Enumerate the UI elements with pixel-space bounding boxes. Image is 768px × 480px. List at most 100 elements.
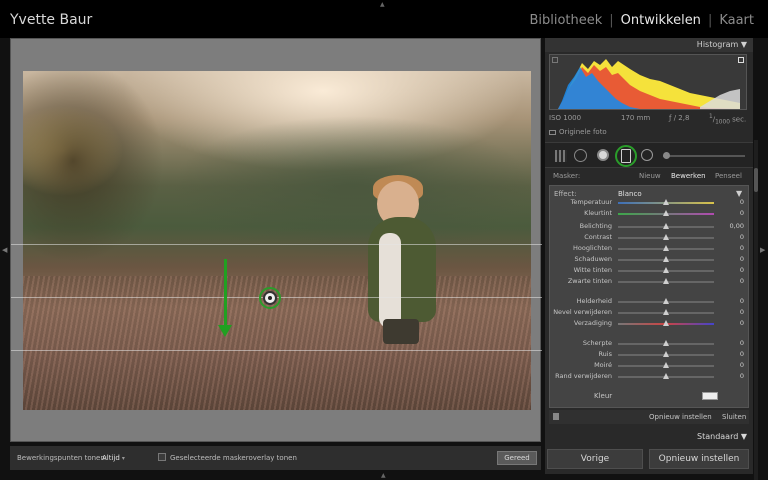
bottom-panel-toggle-icon[interactable]: ▲	[381, 472, 386, 479]
photo-girl-legs	[383, 319, 419, 344]
slider-knob[interactable]	[663, 210, 669, 216]
slider-row: Zwarte tinten 0	[550, 276, 750, 286]
crop-grid-icon[interactable]	[555, 150, 567, 162]
histogram-graph[interactable]	[549, 54, 747, 110]
right-panel-toggle-icon[interactable]: ▶	[760, 246, 765, 254]
adjustments-panel: Effect: Blanco ▼ Temperatuur 0 Kleurtint 0 B…	[549, 185, 749, 408]
module-bibliotheek[interactable]: Bibliotheek	[529, 13, 602, 28]
slider-row: Temperatuur 0	[550, 197, 750, 207]
slider-knob[interactable]	[663, 234, 669, 240]
slider-knob[interactable]	[663, 199, 669, 205]
histogram-title: Histogram	[696, 40, 739, 49]
slider-knob[interactable]	[663, 267, 669, 273]
mask-overlay-label: Geselecteerde maskeroverlay tonen	[170, 454, 297, 462]
slider-value[interactable]: 0	[740, 209, 744, 217]
identity-plate: Yvette Baur	[10, 12, 93, 28]
done-button[interactable]: Gereed	[497, 451, 537, 465]
slider-label: Kleurtint	[584, 209, 612, 217]
slider-label: Rand verwijderen	[555, 372, 612, 380]
slider-knob[interactable]	[663, 320, 669, 326]
color-label: Kleur	[594, 392, 613, 400]
spot-removal-icon[interactable]	[597, 149, 609, 161]
shadow-clipping-indicator-icon[interactable]	[552, 57, 558, 63]
crop-tool-icon[interactable]	[574, 149, 587, 162]
slider-knob[interactable]	[663, 278, 669, 284]
top-panel-toggle-icon[interactable]: ▲	[380, 1, 385, 8]
slider-row: Helderheid 0	[550, 296, 750, 306]
module-ontwikkelen[interactable]: Ontwikkelen	[621, 13, 701, 28]
gradient-guide-bottom[interactable]	[11, 350, 542, 351]
slider-value[interactable]: 0	[740, 319, 744, 327]
profile-label: Standaard	[697, 432, 739, 441]
panel-close-button[interactable]: Sluiten	[722, 413, 746, 421]
collapse-triangle-icon: ▼	[740, 40, 747, 49]
reset-button[interactable]: Opnieuw instellen	[649, 449, 749, 469]
slider-value[interactable]: 0,00	[730, 222, 744, 230]
slider-value[interactable]: 0	[740, 233, 744, 241]
color-swatch[interactable]	[702, 392, 718, 400]
graduated-filter-icon[interactable]	[621, 149, 631, 163]
radial-filter-icon[interactable]	[641, 149, 653, 161]
tool-slider-track[interactable]	[663, 155, 745, 157]
mask-new-button[interactable]: Nieuw	[639, 172, 661, 180]
slider-row: Scherpte 0	[550, 338, 750, 348]
drag-direction-arrow-head	[218, 325, 232, 337]
mask-edit-button[interactable]: Bewerken	[671, 172, 706, 180]
slider-knob[interactable]	[663, 340, 669, 346]
photo-girl-toy	[379, 233, 401, 328]
slider-label: Ruis	[598, 350, 612, 358]
module-separator: |	[609, 13, 614, 28]
mask-brush-button[interactable]: Penseel	[715, 172, 742, 180]
highlight-clipping-indicator-icon[interactable]	[738, 57, 744, 63]
tool-slider-knob[interactable]	[663, 152, 670, 159]
develop-right-panel: Histogram ▼ ISO 1000 170 mm ƒ / 2,8 1/10…	[545, 38, 753, 474]
slider-value[interactable]: 0	[740, 308, 744, 316]
slider-row: Contrast 0	[550, 232, 750, 242]
profile-header[interactable]: Standaard ▼	[545, 430, 753, 444]
slider-value[interactable]: 0	[740, 266, 744, 274]
slider-knob[interactable]	[663, 298, 669, 304]
slider-value[interactable]: 0	[740, 361, 744, 369]
slider-value[interactable]: 0	[740, 244, 744, 252]
slider-knob[interactable]	[663, 351, 669, 357]
slider-label: Verzadiging	[573, 319, 612, 327]
slider-value[interactable]: 0	[740, 255, 744, 263]
slider-knob[interactable]	[663, 245, 669, 251]
photo-canvas[interactable]	[10, 38, 542, 442]
slider-knob[interactable]	[663, 373, 669, 379]
show-pins-dropdown[interactable]: Altijd	[102, 454, 125, 462]
slider-value[interactable]: 0	[740, 339, 744, 347]
exif-aperture: ƒ / 2,8	[669, 114, 690, 122]
left-panel-toggle-icon[interactable]: ◀	[2, 246, 7, 254]
slider-row: Hooglichten 0	[550, 243, 750, 253]
slider-row: Nevel verwijderen 0	[550, 307, 750, 317]
slider-row: Witte tinten 0	[550, 265, 750, 275]
slider-knob[interactable]	[663, 309, 669, 315]
slider-value[interactable]: 0	[740, 198, 744, 206]
module-kaart[interactable]: Kaart	[719, 13, 754, 28]
slider-value[interactable]: 0	[740, 277, 744, 285]
slider-knob[interactable]	[663, 256, 669, 262]
module-separator: |	[707, 13, 713, 28]
mask-overlay-checkbox[interactable]	[158, 453, 166, 461]
histogram-header[interactable]: Histogram ▼	[545, 38, 753, 52]
panel-reset-button[interactable]: Opnieuw instellen	[649, 413, 712, 421]
module-picker: Bibliotheek | Ontwikkelen | Kaart	[529, 13, 754, 28]
exif-shutter: 1/1000 sec.	[709, 114, 747, 126]
slider-row: Belichting 0,00	[550, 221, 750, 231]
gradient-guide-top[interactable]	[11, 244, 542, 245]
panel-switch-icon[interactable]	[553, 413, 559, 420]
slider-value[interactable]: 0	[740, 372, 744, 380]
photo-tree-left	[23, 71, 193, 271]
slider-knob[interactable]	[663, 223, 669, 229]
bottom-toolbar: Bewerkingspunten tonen: Altijd Geselecte…	[10, 446, 541, 470]
previous-button[interactable]: Vorige	[547, 449, 643, 469]
slider-label: Moiré	[594, 361, 612, 369]
slider-knob[interactable]	[663, 362, 669, 368]
panel-scrollbar-thumb[interactable]	[754, 168, 758, 192]
slider-label: Witte tinten	[573, 266, 612, 274]
histogram-curve	[558, 59, 740, 109]
slider-value[interactable]: 0	[740, 350, 744, 358]
slider-value[interactable]: 0	[740, 297, 744, 305]
original-photo-label: Originele foto	[559, 128, 607, 136]
